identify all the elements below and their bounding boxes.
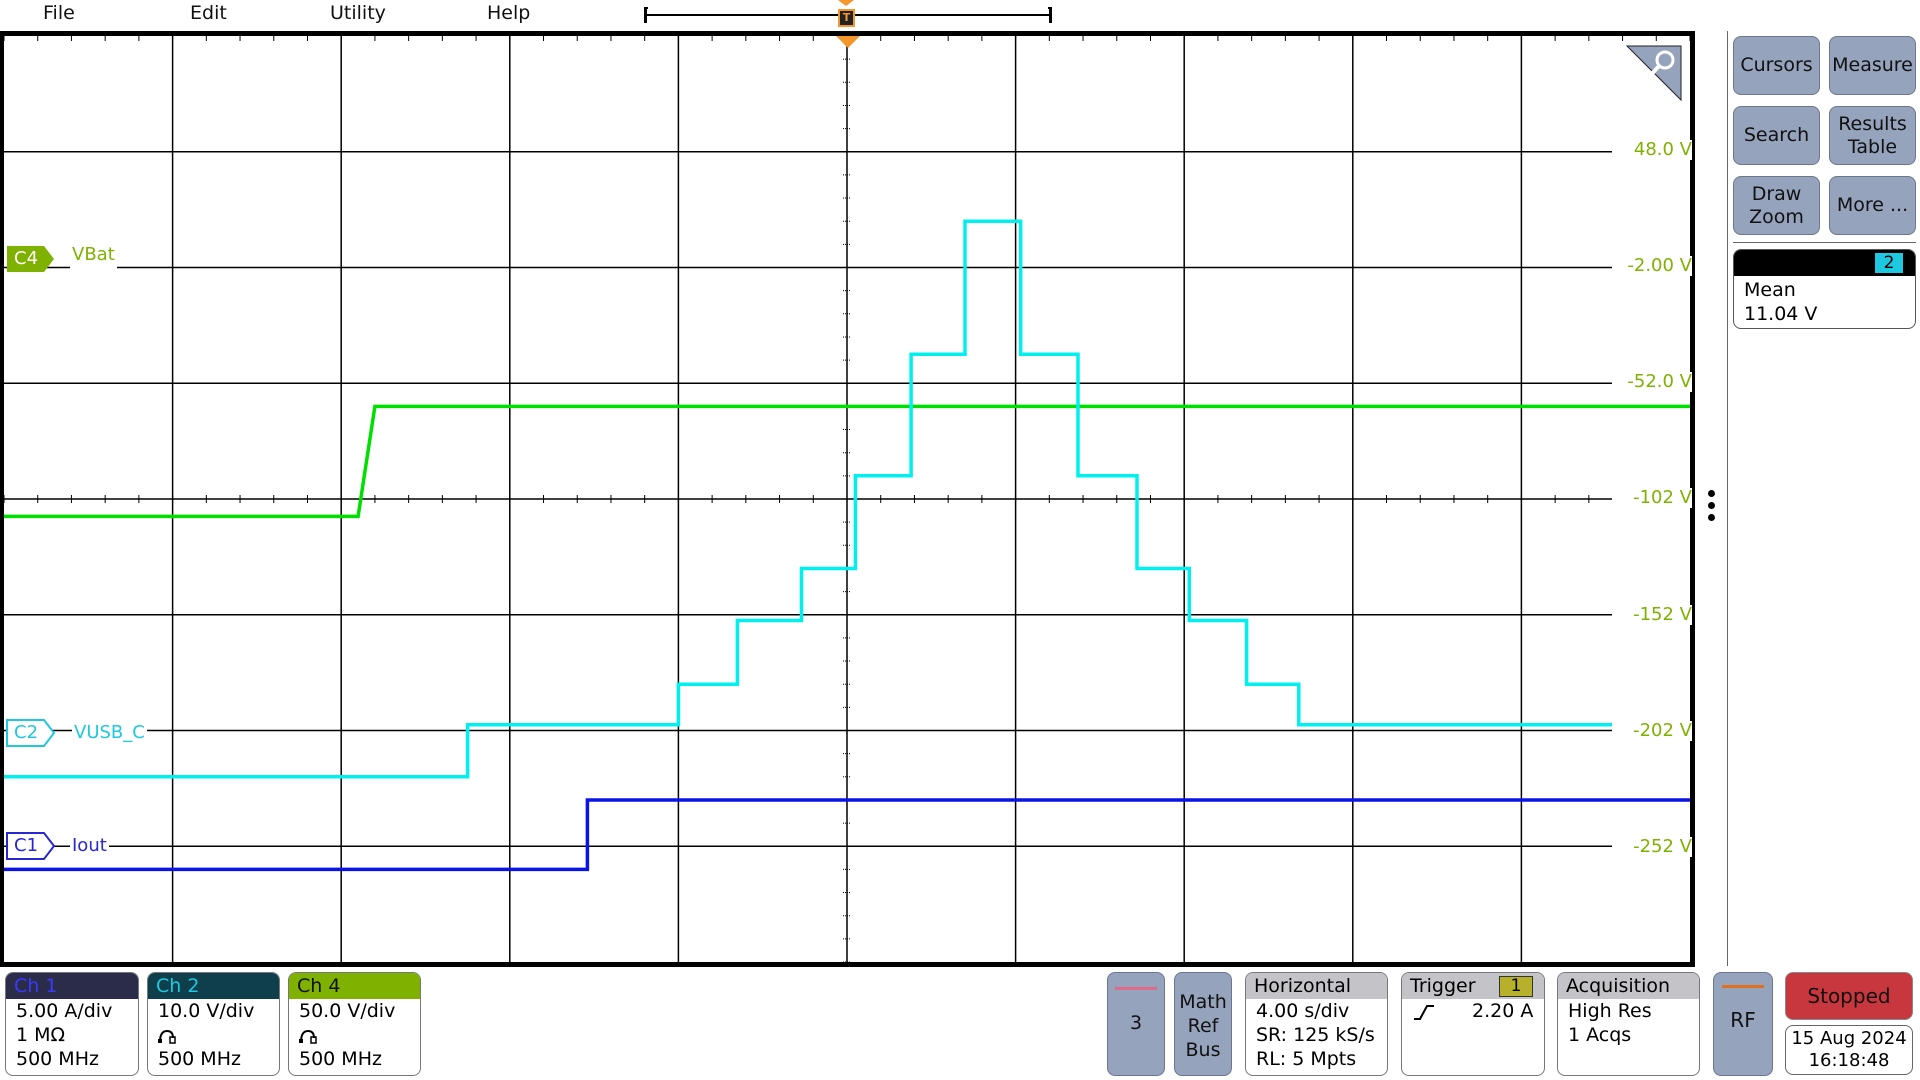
channel-4-name: VBat xyxy=(70,241,117,269)
channel-2-label[interactable]: C2 VUSB_C xyxy=(0,719,160,747)
results-table-line2: Table xyxy=(1847,135,1898,158)
channel-1-label[interactable]: C1 Iout xyxy=(0,832,120,860)
channel-4-bandwidth: 500 MHz xyxy=(299,1048,382,1070)
more-button[interactable]: More ... xyxy=(1829,176,1916,235)
measurement-name: Mean xyxy=(1744,279,1796,301)
channel-2-name: VUSB_C xyxy=(72,719,147,747)
acquisition-badge[interactable]: Acquisition High Res 1 Acqs xyxy=(1557,972,1700,1076)
trigger-time-marker-icon[interactable] xyxy=(836,36,860,48)
channel-1-bandwidth: 500 MHz xyxy=(16,1048,99,1070)
math-label: Math xyxy=(1179,991,1227,1013)
menu-utility[interactable]: Utility xyxy=(330,2,386,24)
add-math-ref-bus-button[interactable]: Math Ref Bus xyxy=(1174,972,1232,1076)
draw-zoom-line2: Zoom xyxy=(1749,205,1804,228)
horizontal-title: Horizontal xyxy=(1246,973,1387,999)
channel-3-color-bar xyxy=(1115,987,1157,990)
channel-2-probe-icon xyxy=(148,1023,279,1047)
settings-bar: Ch 1 5.00 A/div 1 MΩ 500 MHz Ch 2 10.0 V… xyxy=(0,967,1920,1080)
channel-1-badge-title: Ch 1 xyxy=(6,973,138,999)
horizontal-badge[interactable]: Horizontal 4.00 s/div SR: 125 kS/s RL: 5… xyxy=(1245,972,1388,1076)
trigger-source-badge: 1 xyxy=(1499,976,1533,997)
panel-resize-handle[interactable] xyxy=(1708,490,1716,526)
channel-1-scale: 5.00 A/div xyxy=(16,1000,113,1022)
record-length: RL: 5 Mpts xyxy=(1256,1048,1357,1070)
channel-2-scale: 10.0 V/div xyxy=(158,1000,255,1022)
offset-label: 48.0 V xyxy=(1612,140,1692,160)
measurement-badge[interactable]: 2 Mean 11.04 V xyxy=(1733,249,1916,329)
acquisition-title: Acquisition xyxy=(1558,973,1699,999)
channel-1-name: Iout xyxy=(70,832,109,860)
results-bar: Cursors Measure Search Results Table Dra… xyxy=(1727,31,1920,966)
channel-4-label[interactable]: C4 VBat xyxy=(0,241,140,273)
channel-1-badge[interactable]: Ch 1 5.00 A/div 1 MΩ 500 MHz xyxy=(5,972,139,1076)
menu-help[interactable]: Help xyxy=(487,2,530,24)
channel-4-id: C4 xyxy=(14,248,39,269)
cursors-button[interactable]: Cursors xyxy=(1733,36,1820,95)
draw-zoom-line1: Draw xyxy=(1751,182,1802,205)
channel-3-label: 3 xyxy=(1129,1012,1143,1034)
offset-label: -252 V xyxy=(1612,837,1692,857)
menu-edit[interactable]: Edit xyxy=(190,2,227,24)
measure-button[interactable]: Measure xyxy=(1829,36,1916,95)
menu-bar: File Edit Utility Help T xyxy=(0,0,1920,30)
measurement-badge-header: 2 xyxy=(1734,250,1915,276)
offset-label: -152 V xyxy=(1612,605,1692,625)
offset-label: -102 V xyxy=(1612,488,1692,508)
waveform-plot xyxy=(4,36,1690,962)
acquisition-count: 1 Acqs xyxy=(1568,1024,1632,1046)
trigger-title-row: Trigger 1 xyxy=(1402,973,1544,999)
measurement-value: 11.04 V xyxy=(1744,303,1818,325)
trigger-t-icon: T xyxy=(838,9,855,27)
trigger-position-marker[interactable]: T xyxy=(836,0,856,30)
rf-button[interactable]: RF xyxy=(1713,972,1773,1076)
panel-divider xyxy=(1733,242,1916,243)
rf-color-bar xyxy=(1722,985,1764,988)
offset-label: -2.00 V xyxy=(1612,256,1692,276)
channel-2-badge[interactable]: Ch 2 10.0 V/div 500 MHz xyxy=(147,972,280,1076)
waveform-graticule[interactable] xyxy=(0,31,1695,967)
run-stop-status[interactable]: Stopped xyxy=(1785,972,1913,1020)
rising-edge-icon xyxy=(1414,1004,1434,1020)
time: 16:18:48 xyxy=(1808,1050,1890,1071)
results-table-button[interactable]: Results Table xyxy=(1829,106,1916,165)
trigger-title: Trigger xyxy=(1410,975,1476,997)
trigger-level: 2.20 A xyxy=(1472,1000,1534,1022)
channel-4-badge[interactable]: Ch 4 50.0 V/div 500 MHz xyxy=(288,972,421,1076)
measurement-source-badge: 2 xyxy=(1875,253,1903,273)
acquisition-mode: High Res xyxy=(1568,1000,1652,1022)
results-table-line1: Results xyxy=(1838,112,1907,135)
draw-zoom-button[interactable]: Draw Zoom xyxy=(1733,176,1820,235)
channel-4-probe-icon xyxy=(289,1023,420,1047)
date-time-display: 15 Aug 2024 16:18:48 xyxy=(1785,1025,1913,1075)
channel-1-termination: 1 MΩ xyxy=(16,1024,66,1046)
rf-label: RF xyxy=(1730,1008,1756,1032)
channel-4-scale: 50.0 V/div xyxy=(299,1000,396,1022)
channel-2-badge-title: Ch 2 xyxy=(148,973,279,999)
sample-rate: SR: 125 kS/s xyxy=(1256,1024,1375,1046)
offset-label: -202 V xyxy=(1612,721,1692,741)
channel-4-badge-title: Ch 4 xyxy=(289,973,420,999)
ref-label: Ref xyxy=(1187,1015,1219,1037)
bus-label: Bus xyxy=(1185,1039,1221,1061)
trigger-position-arrow-icon xyxy=(838,0,854,6)
trigger-badge[interactable]: Trigger 1 2.20 A xyxy=(1401,972,1545,1076)
add-channel-3-button[interactable]: 3 xyxy=(1107,972,1165,1076)
search-button[interactable]: Search xyxy=(1733,106,1820,165)
offset-label: -52.0 V xyxy=(1612,372,1692,392)
date: 15 Aug 2024 xyxy=(1791,1028,1907,1049)
menu-file[interactable]: File xyxy=(43,2,75,24)
horizontal-scale: 4.00 s/div xyxy=(1256,1000,1350,1022)
channel-1-id: C1 xyxy=(14,835,39,856)
channel-2-id: C2 xyxy=(14,722,39,743)
zoom-icon[interactable] xyxy=(1625,44,1683,102)
channel-2-bandwidth: 500 MHz xyxy=(158,1048,241,1070)
